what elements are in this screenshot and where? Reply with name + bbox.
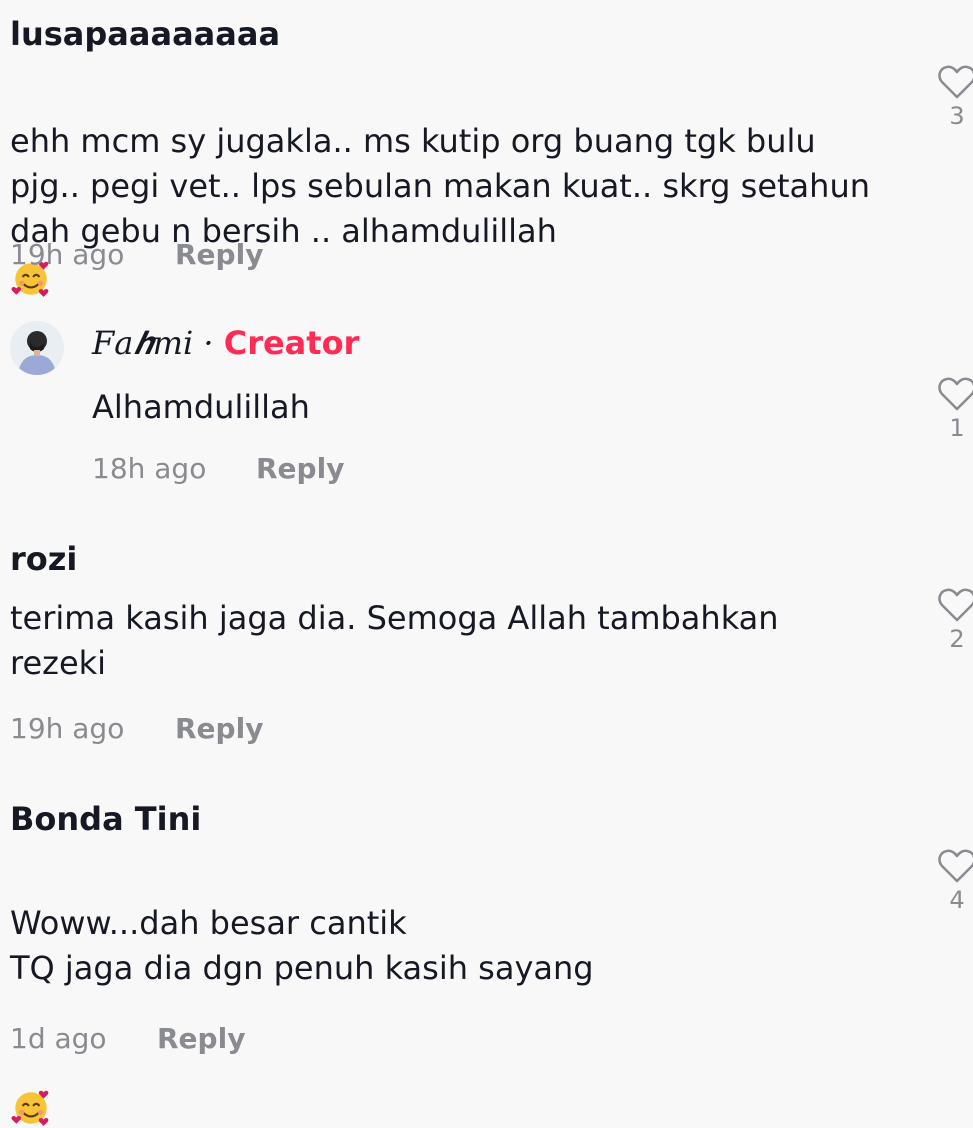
comment-text: terima kasih jaga dia. Semoga Allah tamb… [10,599,779,682]
reply-button[interactable]: Reply [256,452,344,485]
creator-badge: Creator [223,324,360,362]
like-button[interactable]: 4 [935,848,973,914]
comment-username[interactable]: lusapaaaaaaaa [10,15,280,53]
avatar[interactable] [10,321,64,375]
like-count: 4 [949,886,965,914]
smiling-face-with-hearts-icon [11,1090,49,1126]
comment-timestamp: 19h ago [10,238,125,271]
comment-username[interactable]: 𝐹𝑎𝒉𝑚𝑖 · Creator [92,324,359,363]
comment-username[interactable]: Bonda Tini [10,800,201,838]
comment-timestamp: 19h ago [10,712,125,745]
like-count: 2 [949,625,965,653]
like-count: 1 [949,414,965,442]
heart-outline-icon [938,65,973,99]
comment-text: ehh mcm sy jugakla.. ms kutip org buang … [10,74,910,299]
comment-text: Alhamdulillah [92,388,310,426]
like-button[interactable]: 2 [935,587,973,653]
reply-button[interactable]: Reply [175,712,263,745]
reply-button[interactable]: Reply [175,238,263,271]
like-count: 3 [949,102,965,130]
like-button[interactable]: 1 [935,376,973,442]
reply-button[interactable]: Reply [157,1022,245,1055]
like-button[interactable]: 3 [935,64,973,130]
user-avatar-icon [10,321,64,375]
comment-text: Woww...dah besar cantik TQ jaga dia dgn … [10,856,910,1128]
heart-outline-icon [938,849,973,883]
comment-timestamp: 18h ago [92,452,207,485]
comment-timestamp: 1d ago [10,1022,107,1055]
comment-username[interactable]: rozi [10,540,77,578]
heart-outline-icon [938,588,973,622]
heart-outline-icon [938,377,973,411]
